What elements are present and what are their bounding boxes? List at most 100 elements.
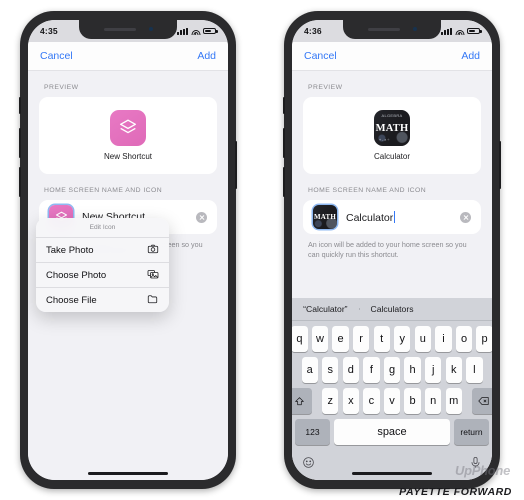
key-a[interactable]: a <box>301 357 318 383</box>
power-button[interactable] <box>499 141 501 189</box>
iphone-right: 4:36 Cancel Add PREVIEW ALGEBRA MATH + -… <box>283 11 501 489</box>
key-g[interactable]: g <box>383 357 401 383</box>
camera-icon <box>147 243 159 258</box>
math-icon-top-text: ALGEBRA <box>381 113 403 118</box>
key-l[interactable]: l <box>466 357 483 383</box>
math-icon-sub-text: + - × ÷ <box>379 138 390 142</box>
shortcut-name-value: Calculator <box>346 211 394 224</box>
emoji-icon[interactable] <box>302 456 315 474</box>
preview-section-label: PREVIEW <box>44 84 79 91</box>
key-d[interactable]: d <box>342 357 360 383</box>
key-p[interactable]: p <box>476 326 492 352</box>
keyboard-row-4: 123 space return <box>292 419 492 445</box>
keyboard-row-2: a s d f g h j k l <box>292 357 492 383</box>
predictive-text-bar: “Calculator” Calculators <box>292 298 492 321</box>
add-button[interactable]: Add <box>197 50 216 62</box>
key-f[interactable]: f <box>363 357 380 383</box>
key-e[interactable]: e <box>332 326 349 352</box>
status-bar: 4:35 <box>28 20 228 42</box>
key-b[interactable]: b <box>404 388 421 414</box>
key-x[interactable]: x <box>342 388 360 414</box>
key-o[interactable]: o <box>455 326 473 352</box>
shortcuts-stack-icon <box>110 110 146 146</box>
key-m[interactable]: m <box>445 388 462 414</box>
home-screen-hint-text: An icon will be added to your home scree… <box>308 240 467 260</box>
volume-up-button[interactable] <box>19 128 21 158</box>
key-k[interactable]: k <box>445 357 462 383</box>
add-button[interactable]: Add <box>461 50 480 62</box>
mute-switch[interactable] <box>19 97 21 114</box>
battery-icon <box>203 27 218 35</box>
home-screen-section-label: HOME SCREEN NAME AND ICON <box>44 187 163 194</box>
edit-icon-button[interactable]: MATH <box>313 205 337 229</box>
context-menu-title: Edit Icon <box>89 224 116 231</box>
key-i[interactable]: i <box>435 326 452 352</box>
navigation-bar: Cancel Add <box>28 42 228 71</box>
shift-icon[interactable] <box>292 388 312 414</box>
key-j[interactable]: j <box>424 357 442 383</box>
cellular-bars-icon <box>177 27 188 35</box>
screen-right: 4:36 Cancel Add PREVIEW ALGEBRA MATH + -… <box>292 20 492 480</box>
screenshot-stage: 4:35 Cancel Add PREVIEW New Shortcut HOM… <box>0 0 524 500</box>
earpiece-speaker <box>367 27 400 31</box>
key-h[interactable]: h <box>404 357 421 383</box>
wifi-icon <box>191 28 200 35</box>
earpiece-speaker <box>103 27 136 31</box>
screen-left: 4:35 Cancel Add PREVIEW New Shortcut HOM… <box>28 20 228 480</box>
home-screen-name-field-row[interactable]: MATH Calculator <box>303 200 481 234</box>
preview-card: ALGEBRA MATH + - × ÷ Calculator <box>303 97 481 174</box>
home-indicator <box>352 471 432 475</box>
preview-shortcut-name: Calculator <box>373 152 410 161</box>
content-left: PREVIEW New Shortcut HOME SCREEN NAME AN… <box>28 71 228 480</box>
iphone-left: 4:35 Cancel Add PREVIEW New Shortcut HOM… <box>19 11 237 489</box>
watermark-publisher: PAYETTE FORWARD <box>399 486 512 498</box>
mute-switch[interactable] <box>283 97 285 114</box>
prediction-1[interactable]: Calculators <box>358 304 426 314</box>
space-key[interactable]: space <box>334 419 450 445</box>
volume-up-button[interactable] <box>283 128 285 158</box>
delete-icon[interactable] <box>472 388 492 414</box>
menu-item-take-photo[interactable]: Take Photo <box>36 237 169 262</box>
numbers-key[interactable]: 123 <box>295 419 330 445</box>
key-y[interactable]: y <box>394 326 411 352</box>
status-time: 4:36 <box>304 26 322 36</box>
key-q[interactable]: q <box>292 326 308 352</box>
volume-down-button[interactable] <box>19 167 21 197</box>
keyboard-row-3: z x c v b n m <box>292 388 492 414</box>
home-indicator <box>88 471 168 475</box>
preview-section-label: PREVIEW <box>308 84 343 91</box>
math-app-icon: ALGEBRA MATH + - × ÷ <box>374 110 410 146</box>
key-c[interactable]: c <box>363 388 380 414</box>
return-key[interactable]: return <box>454 419 489 445</box>
watermark-brand: UpPhone <box>455 463 510 478</box>
key-z[interactable]: z <box>322 388 339 414</box>
clear-text-button[interactable] <box>460 211 471 223</box>
front-camera <box>412 27 417 31</box>
prediction-0[interactable]: “Calculator” <box>292 304 359 314</box>
volume-down-button[interactable] <box>283 167 285 197</box>
keyboard-row-1: q w e r t y u i o p <box>292 326 492 352</box>
key-t[interactable]: t <box>373 326 390 352</box>
key-r[interactable]: r <box>352 326 370 352</box>
cancel-button[interactable]: Cancel <box>40 50 73 62</box>
key-v[interactable]: v <box>383 388 401 414</box>
cancel-button[interactable]: Cancel <box>304 50 337 62</box>
notch <box>343 20 441 39</box>
menu-item-choose-file[interactable]: Choose File <box>36 287 169 312</box>
home-screen-section-label: HOME SCREEN NAME AND ICON <box>308 187 427 194</box>
power-button[interactable] <box>235 141 237 189</box>
clear-text-button[interactable] <box>196 211 207 223</box>
key-n[interactable]: n <box>424 388 442 414</box>
status-time: 4:35 <box>40 26 58 36</box>
key-w[interactable]: w <box>311 326 329 352</box>
shortcut-name-input[interactable]: Calculator <box>346 210 451 224</box>
key-s[interactable]: s <box>322 357 339 383</box>
photos-icon <box>147 268 159 283</box>
on-screen-keyboard: “Calculator” Calculators q w e r t y u i… <box>292 298 492 480</box>
notch <box>79 20 177 39</box>
text-caret <box>394 210 396 223</box>
menu-item-label: Choose Photo <box>46 269 107 281</box>
key-u[interactable]: u <box>414 326 432 352</box>
menu-item-choose-photo[interactable]: Choose Photo <box>36 262 169 287</box>
